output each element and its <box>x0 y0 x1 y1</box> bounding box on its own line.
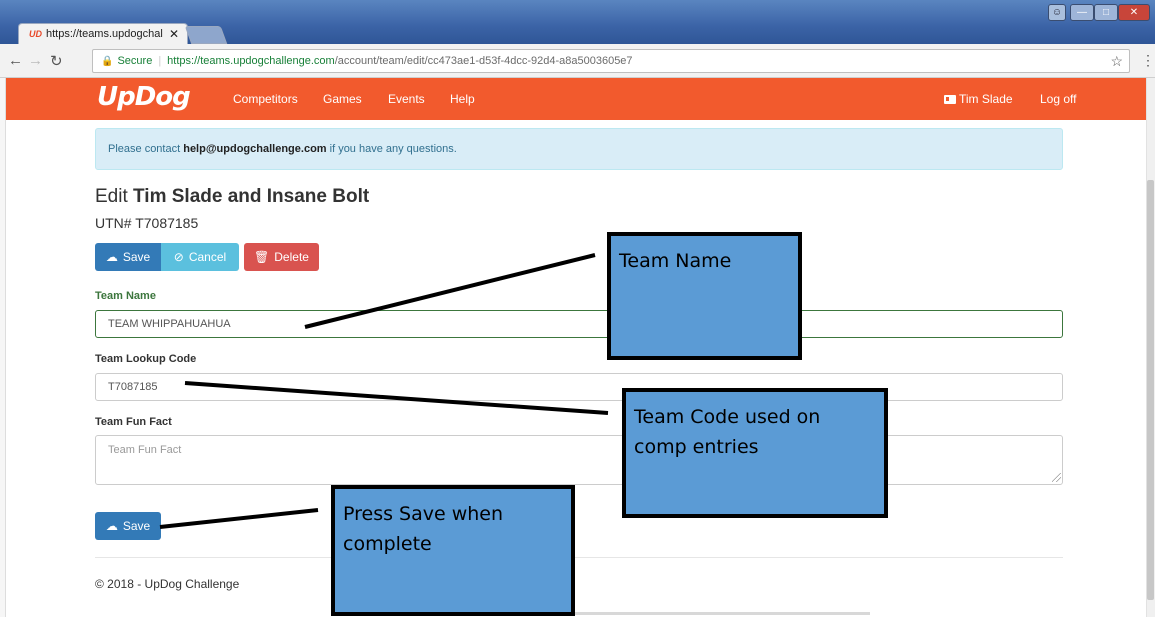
user-profile-icon[interactable]: ☺ <box>1048 4 1066 21</box>
nav-user-label: Tim Slade <box>959 92 1013 106</box>
secure-label: Secure <box>117 55 153 67</box>
save-label: Save <box>122 250 151 264</box>
updog-favicon-icon: UD <box>29 29 42 39</box>
nav-events[interactable]: Events <box>388 92 425 106</box>
callout-team-code: Team Code used on comp entries <box>622 388 888 518</box>
callout-press-save: Press Save when complete <box>331 485 575 616</box>
chrome-menu-icon[interactable]: ⋮ <box>1141 52 1155 69</box>
team-name-label: Team Name <box>95 290 156 302</box>
cancel-button[interactable]: ⊘ Cancel <box>161 243 239 271</box>
divider <box>95 557 1063 558</box>
new-tab-button[interactable] <box>184 26 228 44</box>
cloud-upload-icon: ☁ <box>105 250 118 264</box>
bookmark-star-icon[interactable]: ☆ <box>1110 53 1123 70</box>
footer-copyright: © 2018 - UpDog Challenge <box>95 577 240 591</box>
left-edge <box>0 78 6 617</box>
save-label: Save <box>122 519 151 533</box>
team-fun-fact-textarea[interactable] <box>95 435 1063 485</box>
save-button-bottom[interactable]: ☁ Save <box>95 512 161 540</box>
url-path: /account/team/edit/cc473ae1-d53f-4dcc-92… <box>334 55 633 67</box>
url-host: https://teams.updogchallenge.com <box>167 55 335 67</box>
maximize-icon[interactable]: □ <box>1094 4 1118 21</box>
page-title-prefix: Edit <box>95 186 134 207</box>
lock-icon: 🔒 <box>101 55 114 67</box>
nav-competitors[interactable]: Competitors <box>233 92 298 106</box>
scrollbar-thumb[interactable] <box>1147 180 1154 600</box>
url-input[interactable]: 🔒 Secure | https://teams.updogchallenge.… <box>92 49 1130 73</box>
page-title: Edit Tim Slade and Insane Bolt <box>95 186 369 208</box>
annotation-line-save <box>159 508 319 529</box>
omnibox-separator: | <box>158 55 162 67</box>
address-bar: ← → ↻ 🔒 Secure | https://teams.updogchal… <box>0 44 1155 78</box>
tab-close-icon[interactable]: ✕ <box>167 27 181 41</box>
cancel-label: Cancel <box>188 250 227 264</box>
save-button-top[interactable]: ☁ Save <box>95 243 161 271</box>
tab-title: https://teams.updogchal <box>46 28 163 40</box>
info-alert: Please contact help@updogchallenge.com i… <box>95 128 1063 170</box>
nav-games[interactable]: Games <box>323 92 362 106</box>
forward-arrow-icon[interactable]: → <box>28 52 43 69</box>
nav-logoff[interactable]: Log off <box>1040 92 1076 106</box>
utn-number: UTN# T7087185 <box>95 215 199 231</box>
updog-logo[interactable]: UpDog <box>97 82 191 112</box>
team-fun-fact-label: Team Fun Fact <box>95 416 172 428</box>
team-lookup-code-input[interactable] <box>95 373 1063 401</box>
horizontal-scroll-hint <box>540 612 870 615</box>
ban-icon: ⊘ <box>173 250 184 264</box>
browser-tab[interactable]: UD https://teams.updogchal ✕ <box>18 23 188 44</box>
callout-team-name: Team Name <box>607 232 802 360</box>
close-window-icon[interactable]: ✕ <box>1118 4 1150 21</box>
alert-email: help@updogchallenge.com <box>183 143 327 155</box>
cloud-upload-icon: ☁ <box>105 519 118 533</box>
reload-icon[interactable]: ↻ <box>50 52 63 70</box>
alert-prefix: Please contact <box>108 143 184 155</box>
minimize-icon[interactable]: — <box>1070 4 1094 21</box>
delete-button[interactable]: 🗑 Delete <box>244 243 319 271</box>
browser-title-bar: UD https://teams.updogchal ✕ ☺ — □ ✕ <box>0 0 1155 44</box>
team-lookup-code-label: Team Lookup Code <box>95 353 197 365</box>
team-title: Tim Slade and Insane Bolt <box>133 186 370 207</box>
back-arrow-icon[interactable]: ← <box>8 52 23 69</box>
id-card-icon <box>944 94 956 104</box>
nav-user[interactable]: Tim Slade <box>944 92 1013 106</box>
alert-suffix: if you have any questions. <box>326 143 457 155</box>
site-navbar: UpDog Competitors Games Events Help Tim … <box>0 78 1146 120</box>
resize-grip-icon[interactable] <box>1052 473 1061 482</box>
trash-icon: 🗑 <box>254 250 270 264</box>
nav-help[interactable]: Help <box>450 92 475 106</box>
delete-label: Delete <box>274 250 309 264</box>
team-name-input[interactable] <box>95 310 1063 338</box>
